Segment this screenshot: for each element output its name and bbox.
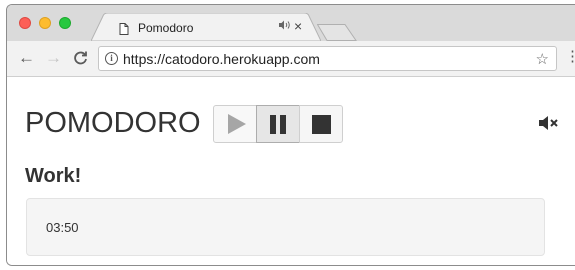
browser-toolbar: ← → i https://catodoro.herokuapp.com ☆ ⋮ xyxy=(7,41,575,77)
pause-button[interactable] xyxy=(256,105,300,143)
close-window-button[interactable] xyxy=(19,17,31,29)
pause-icon xyxy=(270,114,286,134)
browser-menu-icon[interactable]: ⋮ xyxy=(565,48,575,66)
audio-icon[interactable] xyxy=(279,20,291,33)
play-icon xyxy=(228,114,246,134)
status-heading: Work! xyxy=(25,165,82,187)
tab-title: Pomodoro xyxy=(138,21,194,35)
stop-icon xyxy=(311,114,331,134)
stop-button[interactable] xyxy=(299,105,343,143)
minimize-window-button[interactable] xyxy=(39,17,51,29)
new-tab-button[interactable] xyxy=(317,24,357,41)
tab-close-icon[interactable]: × xyxy=(294,18,302,34)
maximize-window-button[interactable] xyxy=(59,17,71,29)
back-arrow-icon[interactable]: ← xyxy=(18,48,35,68)
page-content: POMODORO Work! 03:50 xyxy=(7,77,575,265)
bookmark-star-icon[interactable]: ☆ xyxy=(536,50,549,68)
address-bar[interactable]: i https://catodoro.herokuapp.com ☆ xyxy=(98,46,557,71)
title-bar: Pomodoro × xyxy=(7,5,575,41)
timer-display: 03:50 xyxy=(46,220,79,235)
info-icon[interactable]: i xyxy=(105,52,118,65)
speaker-muted-icon[interactable] xyxy=(539,115,559,136)
page-title: POMODORO xyxy=(25,107,201,139)
timer-controls xyxy=(213,105,343,143)
play-button[interactable] xyxy=(213,105,257,143)
browser-window: Pomodoro × ← → i https://catodoro.heroku… xyxy=(6,4,575,266)
reload-icon[interactable] xyxy=(73,48,88,71)
tab-pomodoro[interactable]: Pomodoro × xyxy=(91,13,321,41)
page-icon xyxy=(119,22,129,40)
timer-panel: 03:50 xyxy=(26,198,545,256)
url-text[interactable]: https://catodoro.herokuapp.com xyxy=(123,51,320,67)
forward-arrow-icon[interactable]: → xyxy=(45,48,62,68)
